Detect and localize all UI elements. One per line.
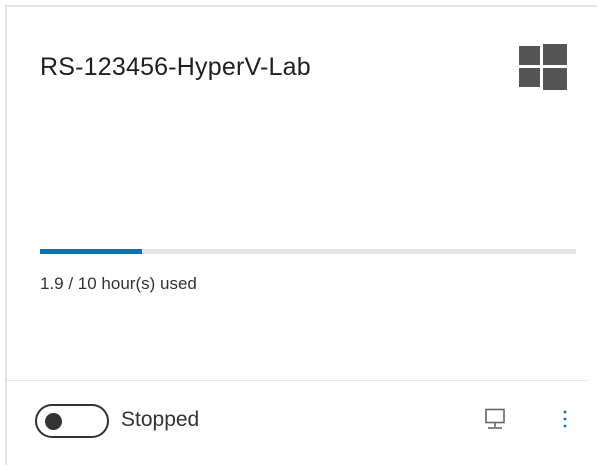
more-options-icon[interactable]	[557, 405, 573, 435]
toggle-knob	[45, 413, 62, 430]
vm-card: RS-123456-HyperV-Lab 1.9 / 10 hour(s) us…	[5, 5, 597, 465]
vm-title: RS-123456-HyperV-Lab	[40, 53, 311, 81]
usage-progress-bar	[40, 249, 576, 254]
usage-text: 1.9 / 10 hour(s) used	[40, 274, 197, 293]
windows-logo-icon	[519, 44, 567, 90]
vm-status-label: Stopped	[121, 408, 200, 431]
card-divider	[7, 380, 587, 381]
monitor-connect-icon[interactable]	[484, 408, 506, 432]
usage-progress-fill	[40, 249, 142, 254]
vm-power-toggle[interactable]	[35, 404, 109, 438]
